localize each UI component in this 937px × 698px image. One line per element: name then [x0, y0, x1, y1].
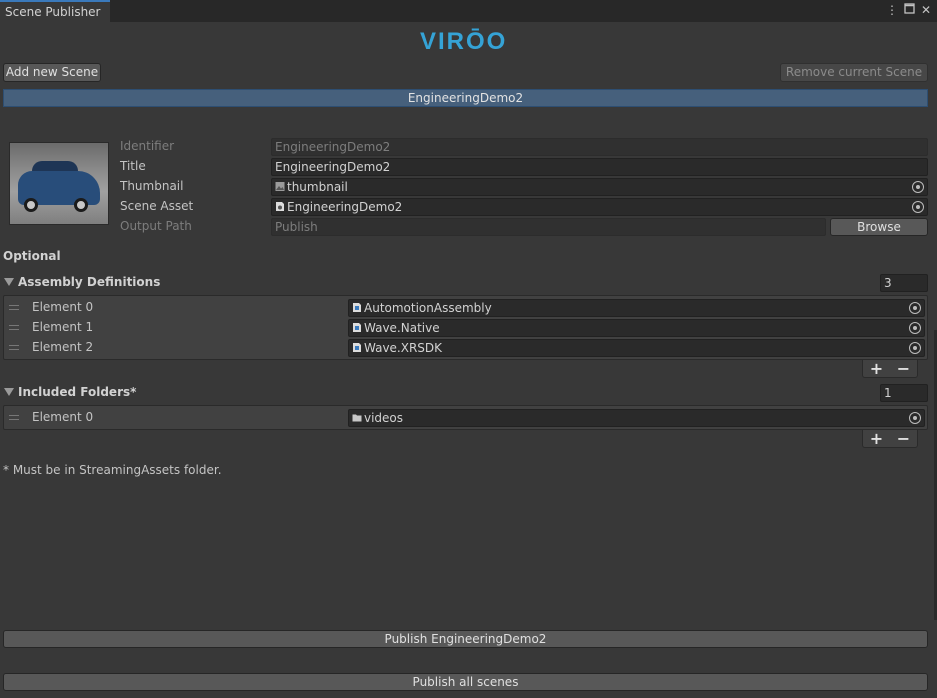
identifier-field: EngineeringDemo2	[271, 138, 928, 156]
remove-element-button[interactable]: −	[897, 359, 910, 378]
thumbnail-field[interactable]: thumbnail	[271, 178, 928, 196]
list-item-field[interactable]: videos	[348, 409, 925, 427]
object-picker-icon[interactable]	[909, 342, 921, 354]
list-item-field[interactable]: AutomotionAssembly	[348, 299, 925, 317]
optional-heading: Optional	[3, 249, 61, 263]
assembly-icon	[353, 343, 361, 352]
list-item-field[interactable]: Wave.Native	[348, 319, 925, 337]
title-field[interactable]: EngineeringDemo2	[271, 158, 928, 176]
thumbnail-preview	[9, 142, 109, 225]
remove-scene-button[interactable]: Remove current Scene	[780, 63, 928, 82]
drag-handle-icon[interactable]	[9, 305, 19, 310]
included-folders-label: Included Folders*	[18, 385, 137, 399]
scene-asset-value: EngineeringDemo2	[287, 200, 403, 214]
list-item-field[interactable]: Wave.XRSDK	[348, 339, 925, 357]
tab-scene-publisher[interactable]: Scene Publisher	[0, 0, 110, 22]
list-item-label: Element 0	[32, 300, 94, 314]
list-item-value: videos	[364, 411, 404, 425]
drag-handle-icon[interactable]	[9, 415, 19, 420]
foldout-arrow-icon	[4, 278, 14, 286]
close-icon[interactable]: ✕	[921, 3, 931, 17]
remove-element-button[interactable]: −	[897, 429, 910, 448]
assembly-definitions-label: Assembly Definitions	[18, 275, 161, 289]
window-titlebar	[0, 0, 937, 22]
included-folders-foldout[interactable]: Included Folders*	[4, 385, 136, 399]
assembly-icon	[353, 303, 361, 312]
identifier-label: Identifier	[120, 139, 175, 153]
object-picker-icon[interactable]	[912, 201, 924, 213]
image-icon	[275, 182, 285, 191]
assembly-list-controls: + −	[862, 359, 918, 378]
object-picker-icon[interactable]	[909, 322, 921, 334]
foldout-arrow-icon	[4, 388, 14, 396]
thumbnail-value: thumbnail	[287, 180, 348, 194]
output-path-field[interactable]: Publish	[271, 218, 826, 236]
folder-icon	[352, 414, 362, 422]
streaming-assets-note: * Must be in StreamingAssets folder.	[3, 463, 222, 477]
object-picker-icon[interactable]	[909, 302, 921, 314]
list-item-label: Element 2	[32, 340, 94, 354]
folders-list-controls: + −	[862, 429, 918, 448]
list-item-value: Wave.Native	[364, 321, 440, 335]
publish-all-button[interactable]: Publish all scenes	[3, 673, 928, 691]
output-path-label: Output Path	[120, 219, 192, 233]
maximize-icon[interactable]	[904, 3, 915, 17]
assembly-definitions-count[interactable]: 3	[880, 274, 928, 292]
list-item-value: AutomotionAssembly	[364, 301, 492, 315]
add-element-button[interactable]: +	[870, 429, 883, 448]
drag-handle-icon[interactable]	[9, 325, 19, 330]
add-scene-button[interactable]: Add new Scene	[3, 63, 101, 82]
add-element-button[interactable]: +	[870, 359, 883, 378]
browse-button[interactable]: Browse	[830, 218, 928, 236]
title-label: Title	[120, 159, 146, 173]
list-item-label: Element 0	[32, 410, 94, 424]
assembly-definitions-foldout[interactable]: Assembly Definitions	[4, 275, 160, 289]
publish-current-button[interactable]: Publish EngineeringDemo2	[3, 630, 928, 648]
viroo-logo: VIRŌO	[420, 28, 508, 55]
scene-list-item-selected[interactable]: EngineeringDemo2	[3, 89, 928, 107]
thumbnail-label: Thumbnail	[120, 179, 184, 193]
window-controls: ⋮ ✕	[886, 3, 931, 17]
list-item-label: Element 1	[32, 320, 94, 334]
object-picker-icon[interactable]	[909, 412, 921, 424]
assembly-icon	[353, 323, 361, 332]
scene-icon	[276, 202, 284, 211]
included-folders-count[interactable]: 1	[880, 384, 928, 402]
drag-handle-icon[interactable]	[9, 345, 19, 350]
object-picker-icon[interactable]	[912, 181, 924, 193]
kebab-icon[interactable]: ⋮	[886, 3, 898, 17]
list-item-value: Wave.XRSDK	[364, 341, 443, 355]
scene-asset-field[interactable]: EngineeringDemo2	[271, 198, 928, 216]
scene-asset-label: Scene Asset	[120, 199, 194, 213]
